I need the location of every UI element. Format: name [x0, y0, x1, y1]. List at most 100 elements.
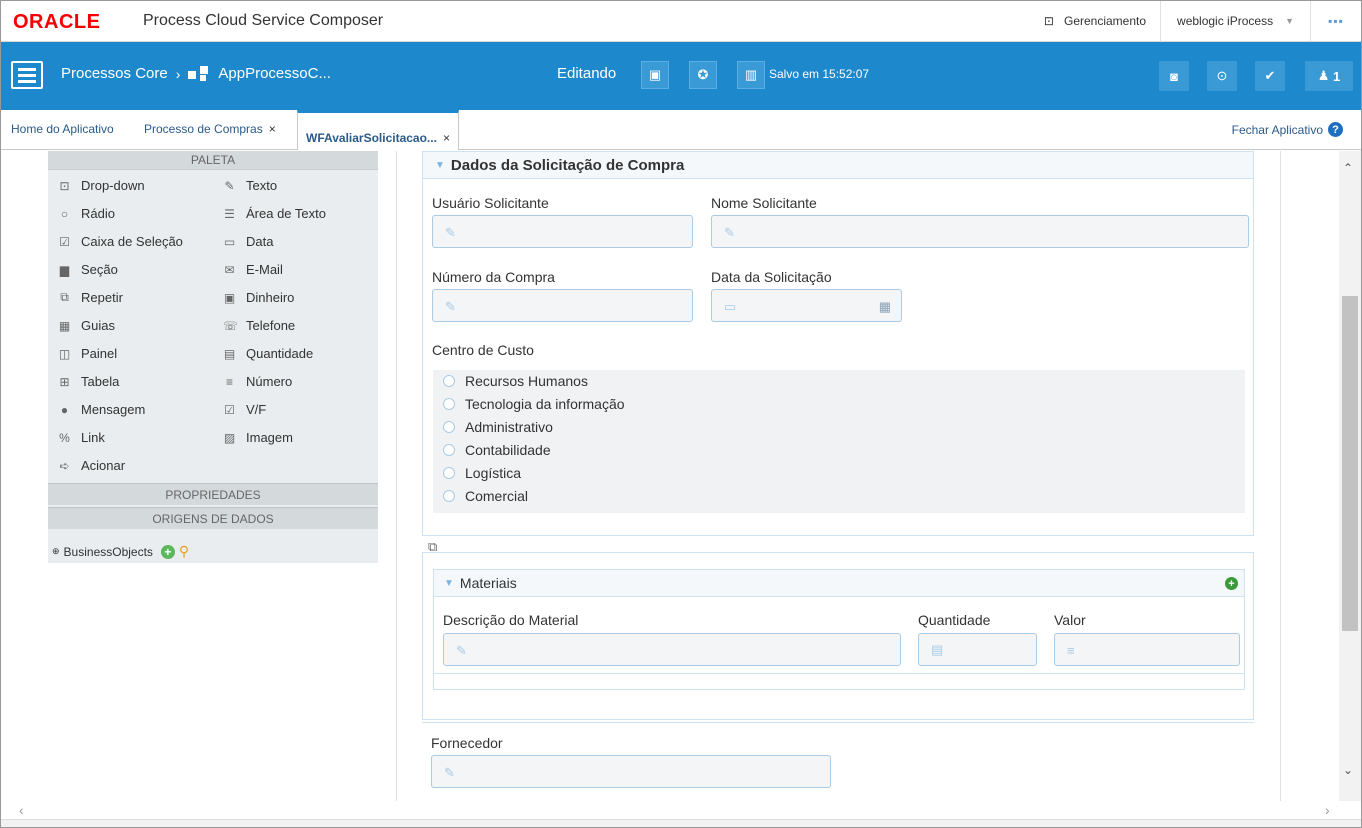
preview-button[interactable]: ◙: [1159, 61, 1189, 91]
status-strip: [1, 819, 1361, 827]
radio-circle[interactable]: [443, 444, 455, 456]
palette-item-number[interactable]: ≡ Número: [223, 374, 292, 389]
calendar-picker-icon[interactable]: ▦: [879, 299, 891, 315]
expand-icon[interactable]: ⊕: [52, 546, 60, 557]
radio-option[interactable]: Recursos Humanos: [443, 373, 588, 389]
close-icon[interactable]: ×: [269, 122, 276, 136]
radio-circle[interactable]: [443, 490, 455, 502]
palette-item-checkbox[interactable]: ☑ Caixa de Seleção: [58, 234, 183, 249]
add-icon[interactable]: +: [160, 544, 175, 559]
radio-option[interactable]: Logística: [443, 465, 521, 481]
trash-icon: ▥: [744, 67, 758, 82]
radio-option[interactable]: Comercial: [443, 488, 528, 504]
palette-item-link[interactable]: % Link: [58, 430, 105, 445]
palette-header[interactable]: PALETA: [48, 151, 378, 170]
palette-item-textarea[interactable]: ☰ Área de Texto: [223, 206, 326, 221]
close-app-link[interactable]: Fechar Aplicativo ?: [1232, 122, 1343, 137]
radio-label: Administrativo: [465, 419, 553, 435]
users-button[interactable]: ♟ 1: [1305, 61, 1353, 91]
radio-circle[interactable]: [443, 421, 455, 433]
add-row-icon[interactable]: +: [1225, 577, 1238, 590]
data-input[interactable]: ▭ ▦: [711, 289, 902, 322]
close-icon[interactable]: ×: [443, 131, 450, 145]
label-nome: Nome Solicitante: [711, 195, 817, 211]
search-icon[interactable]: ⚲: [179, 543, 189, 560]
section-dados-solicitacao[interactable]: ▼ Dados da Solicitação de Compra Usuário…: [422, 151, 1254, 536]
more-icon[interactable]: ▪▪▪: [1311, 14, 1361, 28]
radio-option[interactable]: Tecnologia da informação: [443, 396, 625, 412]
tabs-icon: ▦: [58, 318, 71, 333]
horizontal-scrollbar[interactable]: ‹ ›: [1, 801, 1361, 819]
radio-label: Contabilidade: [465, 442, 551, 458]
tab-home[interactable]: Home do Aplicativo: [11, 122, 114, 136]
nome-input[interactable]: ✎: [711, 215, 1249, 248]
repeat-container[interactable]: ▼ Materiais + Descrição do Material ✎ Qu…: [422, 552, 1254, 720]
scroll-down-icon[interactable]: ⌄: [1343, 763, 1353, 777]
breadcrumb-app[interactable]: AppProcessoC...: [218, 65, 331, 82]
palette-item-money[interactable]: ▣ Dinheiro: [223, 290, 295, 305]
palette-item-section[interactable]: ▆ Seção: [58, 262, 118, 277]
pencil-icon: ✎: [445, 225, 456, 240]
label-numero: Número da Compra: [432, 269, 555, 285]
radio-circle[interactable]: [443, 467, 455, 479]
tab-processo-compras[interactable]: Processo de Compras ×: [144, 122, 276, 136]
scroll-right-icon[interactable]: ›: [1325, 802, 1330, 818]
palette-item-phone[interactable]: ☏ Telefone: [223, 318, 295, 333]
delete-button[interactable]: ▥: [737, 61, 765, 89]
test-button[interactable]: ⊙: [1207, 61, 1237, 91]
data-sources-header[interactable]: ORIGENS DE DADOS: [48, 507, 378, 529]
quantidade-input[interactable]: ▤: [918, 633, 1037, 666]
palette-item-label: Seção: [81, 262, 118, 277]
palette-item-panel[interactable]: ◫ Painel: [58, 346, 117, 361]
collapse-icon[interactable]: ▼: [435, 160, 445, 171]
snapshot-button[interactable]: ✪: [689, 61, 717, 89]
hamburger-menu-button[interactable]: [11, 61, 43, 89]
palette-item-repeat[interactable]: ⧉ Repetir: [58, 290, 123, 305]
business-objects-node[interactable]: ⊕ BusinessObjects + ⚲: [52, 543, 189, 560]
snapshot-icon: ✪: [697, 67, 709, 82]
section-header[interactable]: ▼ Dados da Solicitação de Compra: [423, 152, 1253, 179]
management-link[interactable]: ⊡ Gerenciamento: [1030, 1, 1162, 41]
fornecedor-input[interactable]: ✎: [431, 755, 831, 788]
validate-button[interactable]: ✔: [1255, 61, 1285, 91]
breadcrumb-separator: ›: [175, 65, 181, 82]
scroll-left-icon[interactable]: ‹: [19, 802, 24, 818]
usuario-input[interactable]: ✎: [432, 215, 693, 248]
palette-item-action[interactable]: ➪ Acionar: [58, 458, 125, 473]
tab-wf-avaliar[interactable]: WFAvaliarSolicitacao... ×: [297, 110, 459, 150]
materiais-header[interactable]: ▼ Materiais: [434, 570, 1244, 597]
palette-item-image[interactable]: ▨ Imagem: [223, 430, 293, 445]
descricao-input[interactable]: ✎: [443, 633, 901, 666]
breadcrumb-project[interactable]: Processos Core: [61, 65, 168, 82]
user-count: 1: [1333, 68, 1341, 84]
scroll-thumb[interactable]: [1342, 296, 1358, 631]
palette-item-dropdown[interactable]: ⊡ Drop-down: [58, 178, 144, 193]
section-materiais[interactable]: ▼ Materiais + Descrição do Material ✎ Qu…: [433, 569, 1245, 690]
properties-header[interactable]: PROPRIEDADES: [48, 483, 378, 505]
scroll-up-icon[interactable]: ⌃: [1343, 161, 1353, 175]
palette-item-radio[interactable]: ○ Rádio: [58, 206, 115, 221]
palette-item-message[interactable]: ● Mensagem: [58, 402, 145, 417]
radio-circle[interactable]: [443, 398, 455, 410]
save-button[interactable]: ▣: [641, 61, 669, 89]
calendar-icon: ▭: [223, 234, 236, 249]
palette-item-date[interactable]: ▭ Data: [223, 234, 274, 249]
palette-item-text[interactable]: ✎ Texto: [223, 178, 277, 193]
palette-item-table[interactable]: ⊞ Tabela: [58, 374, 119, 389]
palette-item-tabs[interactable]: ▦ Guias: [58, 318, 115, 333]
radio-option[interactable]: Contabilidade: [443, 442, 551, 458]
palette-item-email[interactable]: ✉ E-Mail: [223, 262, 282, 277]
valor-input[interactable]: ≡: [1054, 633, 1240, 666]
table-icon: ⊞: [59, 374, 70, 389]
panel-icon: ◫: [58, 346, 71, 361]
action-icon: ➪: [59, 458, 70, 473]
numero-input[interactable]: ✎: [432, 289, 693, 322]
palette-item-quantity[interactable]: ▤ Quantidade: [223, 346, 313, 361]
user-menu[interactable]: weblogic iProcess ▼: [1161, 1, 1311, 41]
radio-circle[interactable]: [443, 375, 455, 387]
radio-option[interactable]: Administrativo: [443, 419, 553, 435]
palette-item-boolean[interactable]: ☑ V/F: [223, 402, 266, 417]
vertical-scrollbar[interactable]: ⌃ ⌄: [1339, 151, 1361, 801]
collapse-icon[interactable]: ▼: [444, 578, 454, 589]
help-icon[interactable]: ?: [1328, 122, 1343, 137]
